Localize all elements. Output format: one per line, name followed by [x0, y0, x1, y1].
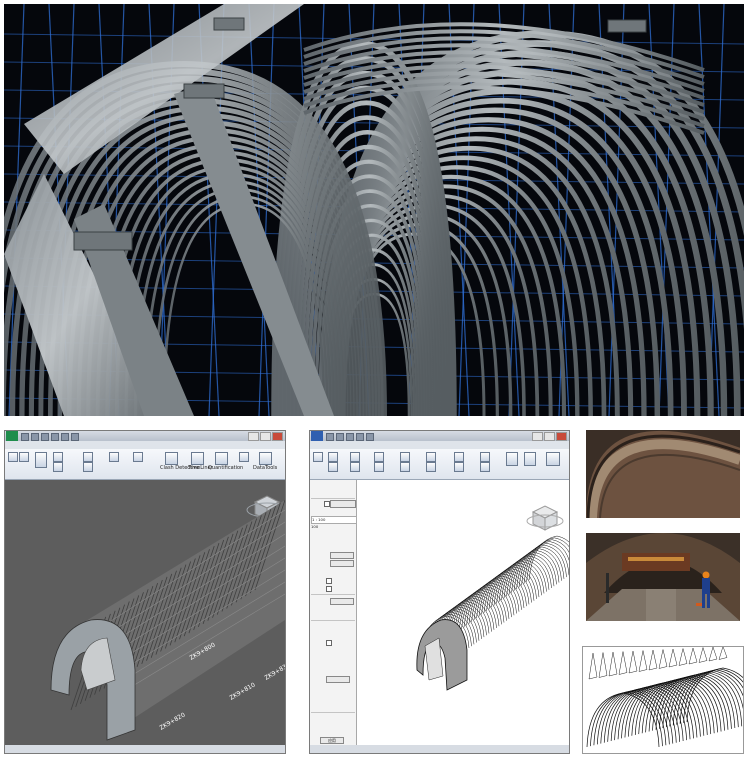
revit-window: 1 : 100 100 应用 — [309, 430, 570, 754]
maximize-icon[interactable] — [260, 432, 271, 441]
door-icon[interactable] — [328, 462, 338, 472]
maximize-icon[interactable] — [544, 432, 555, 441]
view-scale-field[interactable]: 1 : 100 — [311, 516, 357, 524]
modify-icon[interactable] — [313, 452, 323, 462]
navisworks-ribbon: Clash Detective TimeLiner Quantification… — [5, 449, 285, 480]
navisworks-status-bar — [5, 745, 285, 753]
revit-status-bar — [310, 745, 569, 753]
qat-measure-icon[interactable] — [366, 433, 374, 441]
qat-redo-icon[interactable] — [71, 433, 79, 441]
tunnel-steel-arch-render — [4, 4, 744, 416]
prop-row — [311, 632, 355, 638]
edit-button[interactable] — [330, 560, 354, 567]
datum-icon[interactable] — [480, 452, 490, 462]
wall-icon[interactable] — [328, 452, 338, 462]
close-icon[interactable] — [272, 432, 283, 441]
append-icon[interactable] — [8, 452, 18, 462]
qat-save-icon[interactable] — [41, 433, 49, 441]
prop-row — [311, 658, 355, 664]
roof-icon[interactable] — [350, 452, 360, 462]
quick-access-toolbar — [21, 433, 79, 441]
prop-row — [311, 612, 355, 618]
qat-open-icon[interactable] — [326, 433, 334, 441]
properties-palette: 1 : 100 100 应用 — [310, 480, 357, 745]
navisworks-window: Clash Detective TimeLiner Quantification… — [4, 430, 286, 754]
prop-row — [311, 666, 355, 672]
prop-checkbox[interactable] — [326, 640, 332, 646]
close-icon[interactable] — [556, 432, 567, 441]
prop-row — [311, 568, 355, 574]
timeliner-icon[interactable] — [191, 452, 204, 465]
find-items-icon[interactable] — [53, 452, 63, 462]
revit-ribbon-tabs — [310, 441, 569, 449]
app-menu-icon[interactable] — [6, 431, 18, 441]
qat-redo-icon[interactable] — [356, 433, 364, 441]
edit-button[interactable] — [326, 676, 350, 683]
qat-undo-icon[interactable] — [346, 433, 354, 441]
edit-button[interactable] — [330, 552, 354, 559]
prop-row — [311, 702, 355, 708]
appearance-icon[interactable] — [239, 452, 249, 462]
level-icon[interactable] — [506, 452, 518, 466]
prop-row — [311, 724, 355, 730]
railing-icon[interactable] — [374, 462, 384, 472]
revit-title-bar — [310, 431, 569, 441]
qat-new-icon[interactable] — [21, 433, 29, 441]
workplane-viewer-icon[interactable] — [546, 452, 560, 466]
area-icon[interactable] — [426, 462, 436, 472]
photo-tunnel-construction-worker — [586, 533, 740, 621]
display-icon[interactable] — [109, 452, 119, 462]
photo-tunnel-lining-arch — [586, 430, 740, 518]
quantification-icon[interactable] — [215, 452, 228, 465]
scale-value-field: 100 — [311, 524, 319, 529]
navisworks-3d-viewport[interactable]: ZK9+800 ZK9+810 ZK9+820 ZK9+830 — [5, 480, 285, 745]
navisworks-ribbon-tabs — [5, 441, 285, 449]
model-text-icon[interactable] — [400, 452, 410, 462]
qat-undo-icon[interactable] — [61, 433, 69, 441]
edit-type-button[interactable] — [330, 500, 356, 508]
prop-row — [311, 694, 355, 700]
qat-open-icon[interactable] — [31, 433, 39, 441]
prop-row — [311, 650, 355, 656]
model-line-icon[interactable] — [400, 462, 410, 472]
minimize-icon[interactable] — [248, 432, 259, 441]
opening-icon[interactable] — [454, 452, 464, 462]
qat-save-icon[interactable] — [336, 433, 344, 441]
wireframe-steel-arch-model — [582, 646, 744, 754]
revit-3d-viewport[interactable] — [357, 480, 569, 745]
clash-detective-icon[interactable] — [165, 452, 178, 465]
select-icon[interactable] — [35, 452, 47, 468]
datatools-icon[interactable] — [259, 452, 272, 465]
quick-access-toolbar — [326, 433, 374, 441]
set-workplane-icon[interactable] — [524, 452, 536, 466]
refresh-icon[interactable] — [19, 452, 29, 462]
navisworks-title-bar — [5, 431, 285, 441]
curtain-icon[interactable] — [374, 452, 384, 462]
quantification-button[interactable]: Quantification — [208, 465, 243, 471]
ceiling-icon[interactable] — [350, 462, 360, 472]
sets-icon[interactable] — [83, 462, 93, 472]
datatools-button[interactable]: DataTools — [253, 465, 277, 471]
prop-checkbox[interactable] — [326, 586, 332, 592]
qat-print-icon[interactable] — [51, 433, 59, 441]
app-menu-icon[interactable] — [311, 431, 323, 441]
grid-icon[interactable] — [480, 462, 490, 472]
properties-icon[interactable] — [83, 452, 93, 462]
prop-row — [311, 686, 355, 692]
edit-button[interactable] — [330, 598, 354, 605]
revit-ribbon — [310, 449, 569, 480]
apply-button[interactable]: 应用 — [320, 737, 344, 744]
tools-icon[interactable] — [133, 452, 143, 462]
properties-type-selector[interactable] — [311, 490, 355, 496]
shaft-icon[interactable] — [454, 462, 464, 472]
room-icon[interactable] — [426, 452, 436, 462]
prop-checkbox[interactable] — [326, 578, 332, 584]
minimize-icon[interactable] — [532, 432, 543, 441]
hide-icon[interactable] — [53, 462, 63, 472]
prop-row — [311, 544, 355, 550]
